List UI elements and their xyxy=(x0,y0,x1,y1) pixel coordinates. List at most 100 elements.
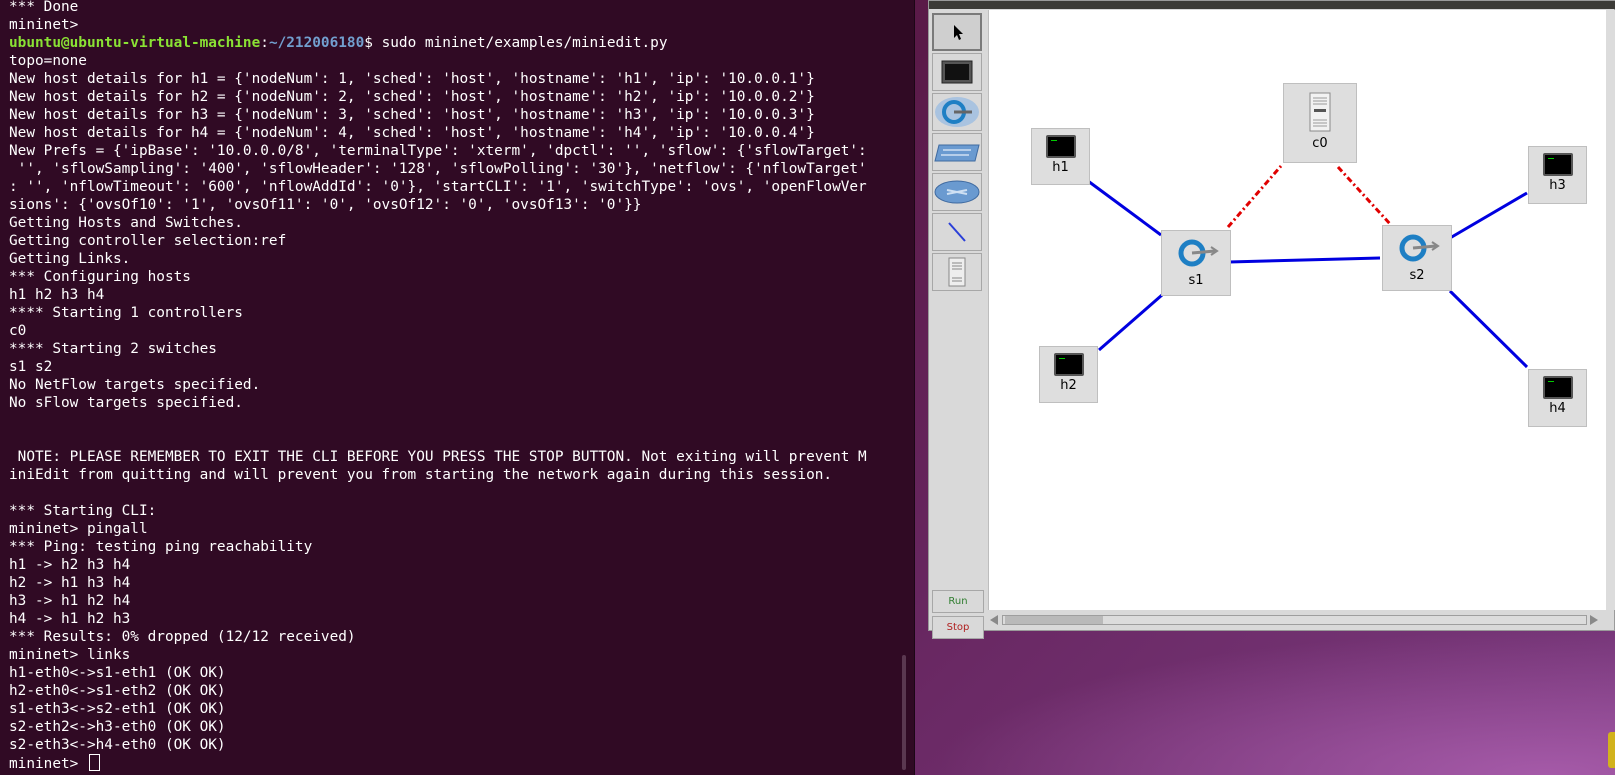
output-text: mininet> pingall xyxy=(9,521,148,537)
prompt-colon: : xyxy=(260,35,269,51)
link-h2-s1[interactable] xyxy=(1098,293,1163,352)
host-monitor-icon xyxy=(941,60,973,84)
terminal-line: **** Starting 1 controllers xyxy=(9,304,904,322)
stop-button[interactable]: Stop xyxy=(932,616,984,639)
terminal-line: Getting Hosts and Switches. xyxy=(9,214,904,232)
router-icon xyxy=(934,180,980,204)
host-h2[interactable]: h2 xyxy=(1039,346,1098,403)
run-button[interactable]: Run xyxy=(932,590,984,613)
canvas-horizontal-scrollbar[interactable] xyxy=(988,612,1605,628)
output-text: No NetFlow targets specified. xyxy=(9,377,261,393)
host-terminal-icon xyxy=(1045,135,1076,158)
output-text: New host details for h1 = {'nodeNum': 1,… xyxy=(9,71,815,87)
controller-c0[interactable]: c0 xyxy=(1283,83,1357,163)
host-h3[interactable]: h3 xyxy=(1528,146,1587,204)
output-text: s2-eth2<->h3-eth0 (OK OK) xyxy=(9,719,226,735)
canvas-vertical-scrollbar[interactable] xyxy=(1606,10,1615,610)
terminal-line: mininet> xyxy=(9,754,904,772)
terminal-line: h1 -> h2 h3 h4 xyxy=(9,556,904,574)
terminal-line: s1-eth3<->s2-eth1 (OK OK) xyxy=(9,700,904,718)
terminal-line: h3 -> h1 h2 h4 xyxy=(9,592,904,610)
switch-s2[interactable]: s2 xyxy=(1382,225,1452,291)
output-text: h1 -> h2 h3 h4 xyxy=(9,557,131,573)
terminal-line: sions': {'ovsOf10': '1', 'ovsOf11': '0',… xyxy=(9,196,904,214)
host-h1[interactable]: h1 xyxy=(1031,128,1090,185)
output-text: sions': {'ovsOf10': '1', 'ovsOf11': '0',… xyxy=(9,197,642,213)
scroll-right-icon[interactable] xyxy=(1590,615,1598,625)
terminal-line: s2-eth2<->h3-eth0 (OK OK) xyxy=(9,718,904,736)
scroll-thumb[interactable] xyxy=(1005,616,1103,624)
terminal-line: New host details for h1 = {'nodeNum': 1,… xyxy=(9,70,904,88)
terminal-line: New host details for h2 = {'nodeNum': 2,… xyxy=(9,88,904,106)
terminal-line: Getting controller selection:ref xyxy=(9,232,904,250)
output-text: New host details for h2 = {'nodeNum': 2,… xyxy=(9,89,815,105)
link-h1-s1[interactable] xyxy=(1087,179,1162,237)
select-tool-button[interactable] xyxy=(932,13,982,51)
terminal-line: *** Ping: testing ping reachability xyxy=(9,538,904,556)
output-text: No sFlow targets specified. xyxy=(9,395,243,411)
output-text: *** Starting CLI: xyxy=(9,503,157,519)
link-s1-s2[interactable] xyxy=(1228,256,1381,264)
output-text: *** Done xyxy=(9,0,79,15)
terminal-line: Getting Links. xyxy=(9,250,904,268)
terminal-cursor[interactable] xyxy=(88,754,100,771)
terminal-line: ubuntu@ubuntu-virtual-machine:~/21200618… xyxy=(9,34,904,52)
output-text: mininet> xyxy=(9,756,87,772)
output-text: iniEdit from quitting and will prevent y… xyxy=(9,467,833,483)
terminal-scrollbar[interactable] xyxy=(902,655,906,770)
host-h4[interactable]: h4 xyxy=(1528,369,1587,427)
terminal-line: NOTE: PLEASE REMEMBER TO EXIT THE CLI BE… xyxy=(9,448,904,466)
output-text: h2-eth0<->s1-eth2 (OK OK) xyxy=(9,683,226,699)
output-text: Getting controller selection:ref xyxy=(9,233,287,249)
output-text: s1-eth3<->s2-eth1 (OK OK) xyxy=(9,701,226,717)
output-text: NOTE: PLEASE REMEMBER TO EXIT THE CLI BE… xyxy=(9,449,867,465)
terminal-window[interactable]: *** Done mininet> ubuntu@ubuntu-virtual-ma… xyxy=(0,0,915,775)
controller-tool-button[interactable] xyxy=(932,253,982,291)
link-s2-h4[interactable] xyxy=(1448,289,1529,369)
output-text: h1 h2 h3 h4 xyxy=(9,287,105,303)
terminal-line: '', 'sflowSampling': '400', 'sflowHeader… xyxy=(9,160,904,178)
link-c0-s1[interactable] xyxy=(1226,165,1283,228)
terminal-line: h2-eth0<->s1-eth2 (OK OK) xyxy=(9,682,904,700)
host-terminal-icon xyxy=(1542,153,1573,176)
miniedit-titlebar[interactable] xyxy=(929,1,1615,9)
terminal-line: mininet> xyxy=(9,16,904,34)
host-tool-button[interactable] xyxy=(932,53,982,91)
topology-canvas[interactable]: h1 h2 h3 h4 s1 s2 c0 xyxy=(988,10,1606,610)
link-c0-s2[interactable] xyxy=(1336,165,1393,227)
output-text: mininet> links xyxy=(9,647,131,663)
host-label: h1 xyxy=(1052,160,1069,175)
link-tool-button[interactable] xyxy=(932,213,982,251)
output-text: '', 'sflowSampling': '400', 'sflowHeader… xyxy=(9,161,867,177)
output-text: **** Starting 1 controllers xyxy=(9,305,243,321)
output-text: Getting Links. xyxy=(9,251,131,267)
legacy-switch-tool-button[interactable] xyxy=(932,133,982,171)
legacy-router-tool-button[interactable] xyxy=(932,173,982,211)
scroll-left-icon[interactable] xyxy=(990,615,998,625)
host-label: h4 xyxy=(1549,401,1566,416)
wallpaper-glow xyxy=(930,630,1615,775)
netlink-icon xyxy=(948,222,966,242)
output-text: mininet> xyxy=(9,17,79,33)
terminal-line: s1 s2 xyxy=(9,358,904,376)
panel-edge-handle[interactable] xyxy=(1608,732,1615,768)
prompt-path: ~/212006180 xyxy=(268,35,365,51)
output-text: h4 -> h1 h2 h3 xyxy=(9,611,131,627)
terminal-line: *** Results: 0% dropped (12/12 received) xyxy=(9,628,904,646)
output-text: topo=none xyxy=(9,53,87,69)
link-s2-h3[interactable] xyxy=(1449,191,1528,240)
legacy-switch-icon xyxy=(934,144,980,162)
switch-label: s1 xyxy=(1188,273,1204,288)
terminal-line: h2 -> h1 h3 h4 xyxy=(9,574,904,592)
host-terminal-icon xyxy=(1542,376,1573,399)
terminal-line: **** Starting 2 switches xyxy=(9,340,904,358)
prompt-user: ubuntu@ubuntu-virtual-machine xyxy=(9,35,261,51)
miniedit-window[interactable]: Run Stop h1 h2 h3 h4 s1 s2 c0 xyxy=(928,0,1615,639)
terminal-line: New host details for h4 = {'nodeNum': 4,… xyxy=(9,124,904,142)
pointer-arrow-icon xyxy=(954,25,963,40)
output-text: **** Starting 2 switches xyxy=(9,341,217,357)
switch-tool-button[interactable] xyxy=(932,93,982,131)
switch-s1[interactable]: s1 xyxy=(1161,230,1231,296)
